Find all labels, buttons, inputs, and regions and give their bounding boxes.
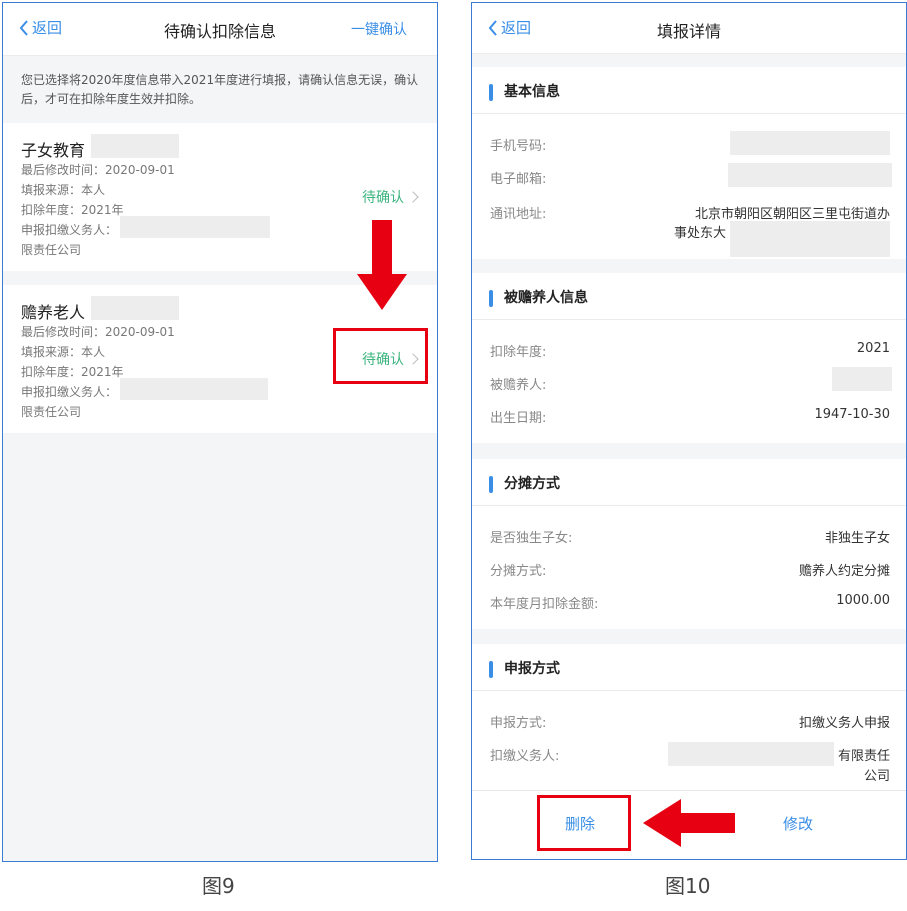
declare-method-value: 扣缴义务人申报 [798,716,890,731]
withholding-agent: 申报扣缴义务人： [21,385,118,399]
birth-date-label: 出生日期: [490,411,547,426]
section-title: 被赡养人信息 [504,290,588,306]
email-label: 电子邮箱: [490,172,547,187]
item-title: 赡养老人 [21,303,86,322]
arrow-left-icon [643,799,735,847]
section-title: 基本信息 [504,84,560,100]
only-child-value: 非独生子女 [824,531,890,546]
modify-button[interactable]: 修改 [783,813,813,834]
fill-source: 填报来源：本人 [21,345,106,359]
deduct-year-label: 扣除年度: [490,345,547,360]
fill-source: 填报来源：本人 [21,183,106,197]
only-child-label: 是否独生子女: [490,531,573,546]
notice-text: 您已选择将2020年度信息带入2021年度进行填报，请确认信息无误，确认后，才可… [21,73,419,106]
redacted-agent [668,742,834,766]
modified-time: 最后修改时间：2020-09-01 [21,325,175,339]
phone-label: 手机号码: [490,139,547,154]
section-accent-bar [489,476,493,493]
birth-date-value: 1947-10-30 [814,407,890,422]
agent-label: 扣缴义务人: [490,749,560,764]
deduct-year: 扣除年度：2021年 [21,203,124,217]
section-title: 分摊方式 [504,476,560,492]
redacted-company [120,378,268,400]
highlight-box-delete [537,795,631,851]
redacted-name [91,296,179,320]
redacted-address [730,221,890,257]
chevron-right-icon [407,191,419,203]
highlight-box-pending [333,328,428,384]
redacted-name [91,134,179,158]
section-title: 申报方式 [504,661,560,677]
pending-status[interactable]: 待确认 [362,187,419,207]
left-phone-screen: 返回 待确认扣除信息 一键确认 您已选择将2020年度信息带入2021年度进行填… [2,2,438,862]
caption-figure-9: 图9 [202,874,235,898]
redacted-person [832,367,892,391]
deduct-year: 扣除年度：2021年 [21,365,124,379]
section-header: 申报方式 [472,644,906,691]
redacted-company [120,216,270,238]
caption-figure-10: 图10 [665,874,711,898]
address-line-2: 事处东大 [674,226,727,241]
address-label: 通讯地址: [490,207,547,222]
company-suffix: 限责任公司 [21,243,82,257]
arrow-down-icon [357,220,407,310]
section-split-method: 分摊方式 是否独生子女: 非独生子女 分摊方式: 赡养人约定分摊 本年度月扣除金… [472,459,906,629]
section-declare-method: 申报方式 申报方式: 扣缴义务人申报 扣缴义务人: 有限责任 公司 [472,644,906,794]
company-suffix: 限责任公司 [21,405,82,419]
pending-label: 待确认 [362,190,404,206]
supported-person-label: 被赡养人: [490,378,547,393]
monthly-amount-value: 1000.00 [836,593,890,608]
declare-method-label: 申报方式: [490,716,547,731]
withholding-agent: 申报扣缴义务人： [21,223,118,237]
section-accent-bar [489,84,493,101]
redacted-email [728,163,892,187]
section-header: 基本信息 [472,67,906,114]
monthly-amount-label: 本年度月扣除金额: [490,597,599,612]
agent-value-line-1: 有限责任 [837,749,890,764]
confirm-all-button[interactable]: 一键确认 [351,19,407,39]
section-header: 被赡养人信息 [472,273,906,320]
address-line-1: 北京市朝阳区朝阳区三里屯街道办 [694,207,890,222]
left-navbar: 返回 待确认扣除信息 一键确认 [3,3,437,56]
right-phone-screen: 返回 填报详情 基本信息 手机号码: 电子邮箱: 通讯地址: 北京市朝阳区朝阳区… [471,2,907,860]
section-supported-person: 被赡养人信息 扣除年度: 2021 被赡养人: 出生日期: 1947-10-30 [472,273,906,443]
section-basic-info: 基本信息 手机号码: 电子邮箱: 通讯地址: 北京市朝阳区朝阳区三里屯街道办 事… [472,67,906,259]
modified-time: 最后修改时间：2020-09-01 [21,163,175,177]
split-method-label: 分摊方式: [490,564,547,579]
section-accent-bar [489,290,493,307]
agent-value-line-2: 公司 [863,769,890,784]
right-navbar: 返回 填报详情 [472,3,906,54]
split-method-value: 赡养人约定分摊 [798,564,890,579]
item-title: 子女教育 [21,141,86,160]
redacted-phone [730,131,890,155]
section-accent-bar [489,661,493,678]
section-header: 分摊方式 [472,459,906,506]
deduct-year-value: 2021 [856,341,890,356]
page-title: 填报详情 [656,22,721,41]
